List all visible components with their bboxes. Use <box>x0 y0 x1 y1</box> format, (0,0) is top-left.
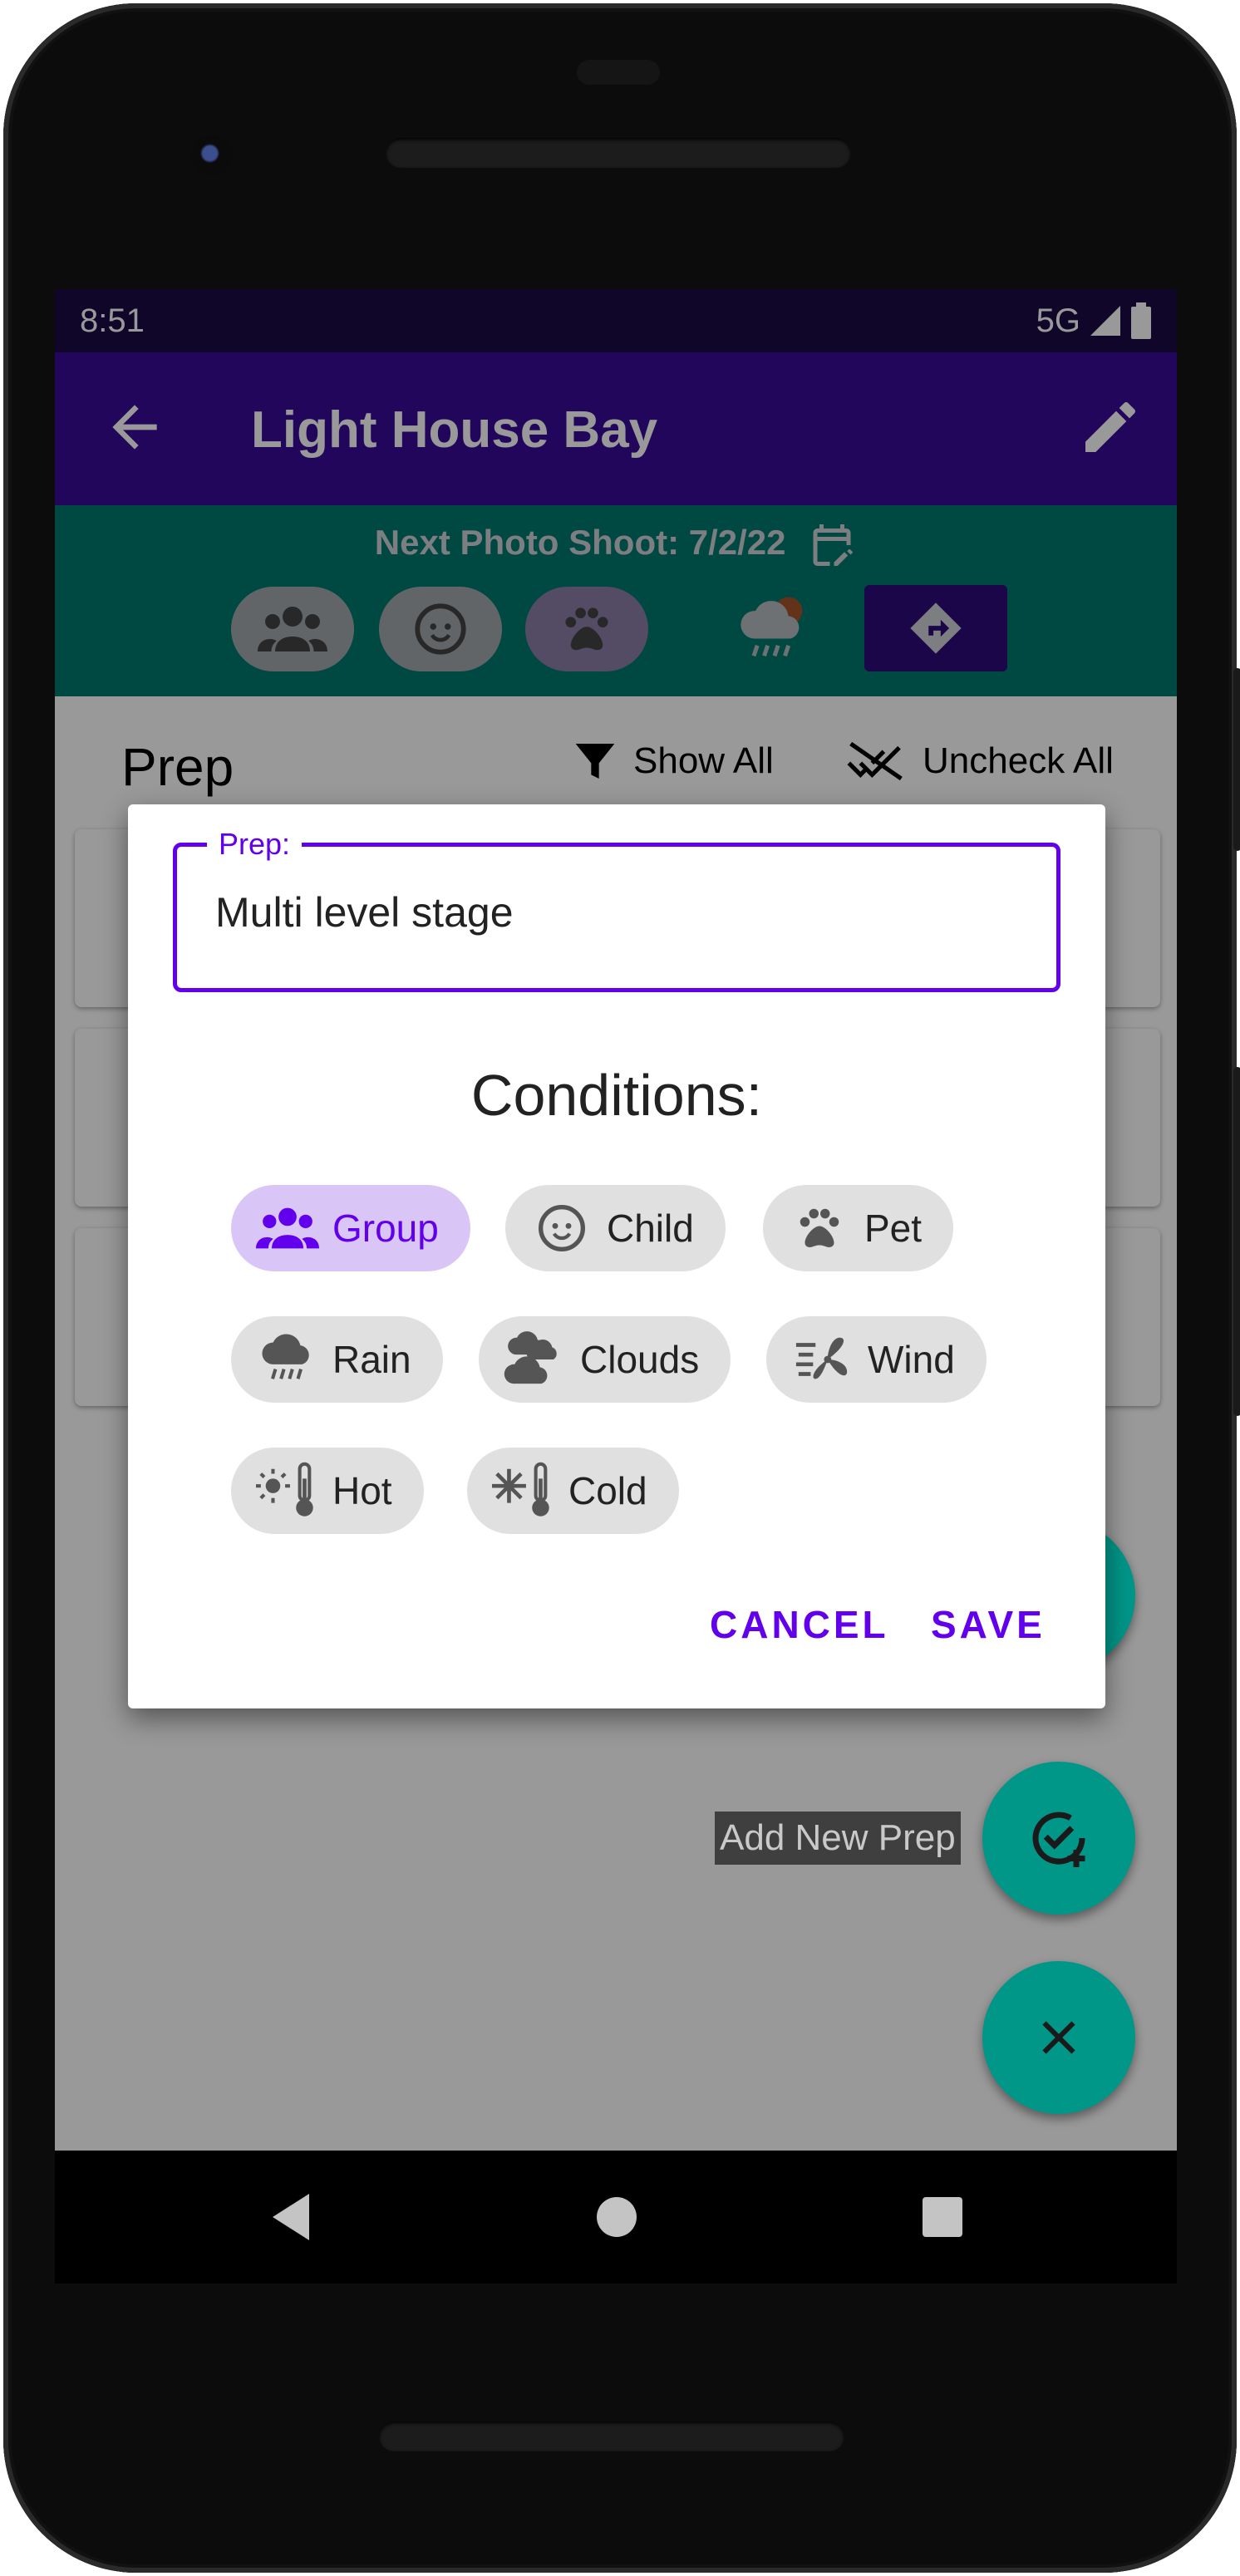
conditions-title: Conditions: <box>470 1063 763 1128</box>
chip-cold[interactable]: Cold <box>467 1448 679 1534</box>
chip-child-label: Child <box>607 1207 694 1250</box>
chip-clouds[interactable]: Clouds <box>479 1316 731 1403</box>
system-nav-bar <box>55 2151 1177 2283</box>
chip-wind-label: Wind <box>868 1338 955 1381</box>
chip-group[interactable]: Group <box>231 1185 470 1271</box>
chip-clouds-label: Clouds <box>580 1338 700 1381</box>
child-face-icon <box>539 1205 585 1251</box>
phone-top-speaker <box>386 138 851 168</box>
chip-child[interactable]: Child <box>505 1185 726 1271</box>
phone-earpiece <box>577 60 660 85</box>
thermometer-hot-icon <box>256 1462 313 1517</box>
check-circle-plus-icon <box>1032 1812 1085 1867</box>
phone-camera <box>191 135 233 176</box>
chip-wind[interactable]: Wind <box>766 1316 987 1403</box>
chip-rain-label: Rain <box>332 1338 411 1381</box>
chip-cold-label: Cold <box>568 1469 647 1512</box>
prep-field-label: Prep: <box>207 827 303 862</box>
rain-icon <box>262 1334 309 1379</box>
wind-icon <box>795 1337 848 1379</box>
add-new-prep-fab[interactable] <box>982 1762 1135 1915</box>
prep-input[interactable] <box>215 888 1013 937</box>
chip-group-label: Group <box>332 1207 439 1250</box>
save-button[interactable]: SAVE <box>931 1602 1046 1647</box>
paw-icon <box>800 1208 839 1247</box>
close-fab[interactable] <box>982 1961 1135 2114</box>
chip-rain[interactable]: Rain <box>231 1316 443 1403</box>
close-icon <box>1042 2021 1075 2054</box>
phone-side-button <box>1233 668 1240 851</box>
recents-nav-icon[interactable] <box>918 2190 967 2244</box>
chip-hot[interactable]: Hot <box>231 1448 424 1534</box>
cancel-button[interactable]: CANCEL <box>710 1602 889 1647</box>
home-nav-icon[interactable] <box>592 2190 642 2244</box>
chip-hot-label: Hot <box>332 1469 392 1512</box>
add-new-prep-label[interactable]: Add New Prep <box>715 1812 961 1865</box>
prep-field[interactable]: Prep: <box>173 827 1060 992</box>
add-prep-dialog: Prep: Conditions: Group Child Pet Rain C… <box>128 804 1105 1708</box>
screen: 8:51 5G Light House Bay Next Photo Shoot… <box>55 289 1177 2151</box>
thermometer-cold-icon <box>492 1462 549 1517</box>
back-nav-icon[interactable] <box>266 2190 316 2244</box>
clouds-icon <box>504 1331 557 1384</box>
chip-pet[interactable]: Pet <box>763 1185 954 1271</box>
chip-pet-label: Pet <box>864 1207 923 1250</box>
phone-bottom-speaker <box>379 2421 844 2451</box>
group-icon <box>256 1207 319 1249</box>
phone-volume-button <box>1233 1067 1240 1416</box>
